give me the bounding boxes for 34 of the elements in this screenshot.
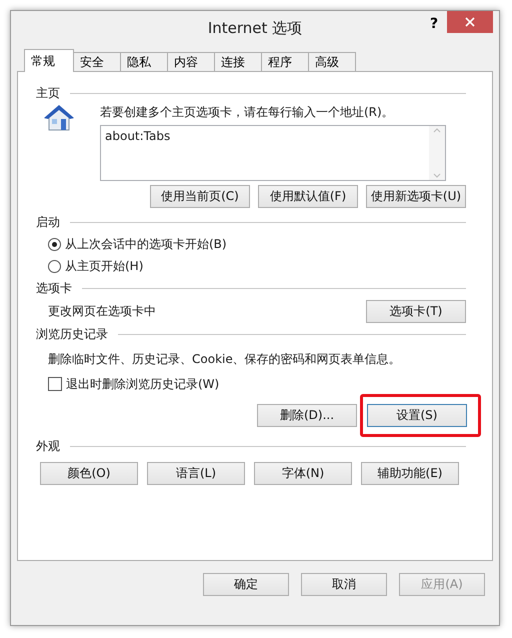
dialog-button[interactable]: 取消 <box>301 573 387 596</box>
description-text: 更改网页在选项卡中 <box>48 302 156 320</box>
home-button[interactable]: 使用新选项卡(U) <box>366 184 466 208</box>
description-text: 删除临时文件、历史记录、Cookie、保存的密码和网页表单信息。 <box>48 350 401 368</box>
section-heading: 选项卡 <box>36 280 72 296</box>
history-button[interactable]: 删除(D)... <box>257 404 357 426</box>
appearance-button[interactable]: 颜色(O) <box>40 462 138 484</box>
description-text: 若要创建多个主页选项卡，请在每行输入一个地址(R)。 <box>100 104 395 121</box>
house-icon <box>44 104 74 132</box>
section-heading: 主页 <box>36 84 60 102</box>
home-button[interactable]: 使用当前页(C) <box>150 184 250 208</box>
scrollbar[interactable] <box>429 126 445 180</box>
help-button[interactable]: ? <box>421 13 447 35</box>
window-title: Internet 选项 <box>206 19 304 38</box>
appearance-button[interactable]: 语言(L) <box>147 462 245 484</box>
appearance-button[interactable]: 字体(N) <box>254 462 352 484</box>
history-button[interactable]: 设置(S) <box>367 404 467 426</box>
section-heading: 启动 <box>36 214 60 230</box>
tabs-button[interactable]: 选项卡(T) <box>366 300 466 322</box>
home-button[interactable]: 使用默认值(F) <box>258 184 358 208</box>
appearance-button[interactable]: 辅助功能(E) <box>361 462 459 484</box>
close-button[interactable] <box>447 11 493 33</box>
tab[interactable]: 高级 <box>308 52 356 72</box>
scroll-down-icon[interactable] <box>433 173 441 178</box>
radio-option[interactable]: 从主页开始(H) <box>48 258 144 274</box>
checkbox-option[interactable]: 退出时删除浏览历史记录(W) <box>48 376 220 392</box>
dialog-button[interactable]: 确定 <box>203 573 289 596</box>
tab[interactable]: 常规 <box>24 49 74 72</box>
close-icon <box>465 17 475 27</box>
address-field[interactable]: about:Tabs <box>100 125 446 181</box>
section-heading: 浏览历史记录 <box>36 326 108 342</box>
radio-option[interactable]: 从上次会话中的选项卡开始(B) <box>48 236 227 252</box>
section-heading: 外观 <box>36 438 60 454</box>
scroll-up-icon[interactable] <box>433 128 441 133</box>
